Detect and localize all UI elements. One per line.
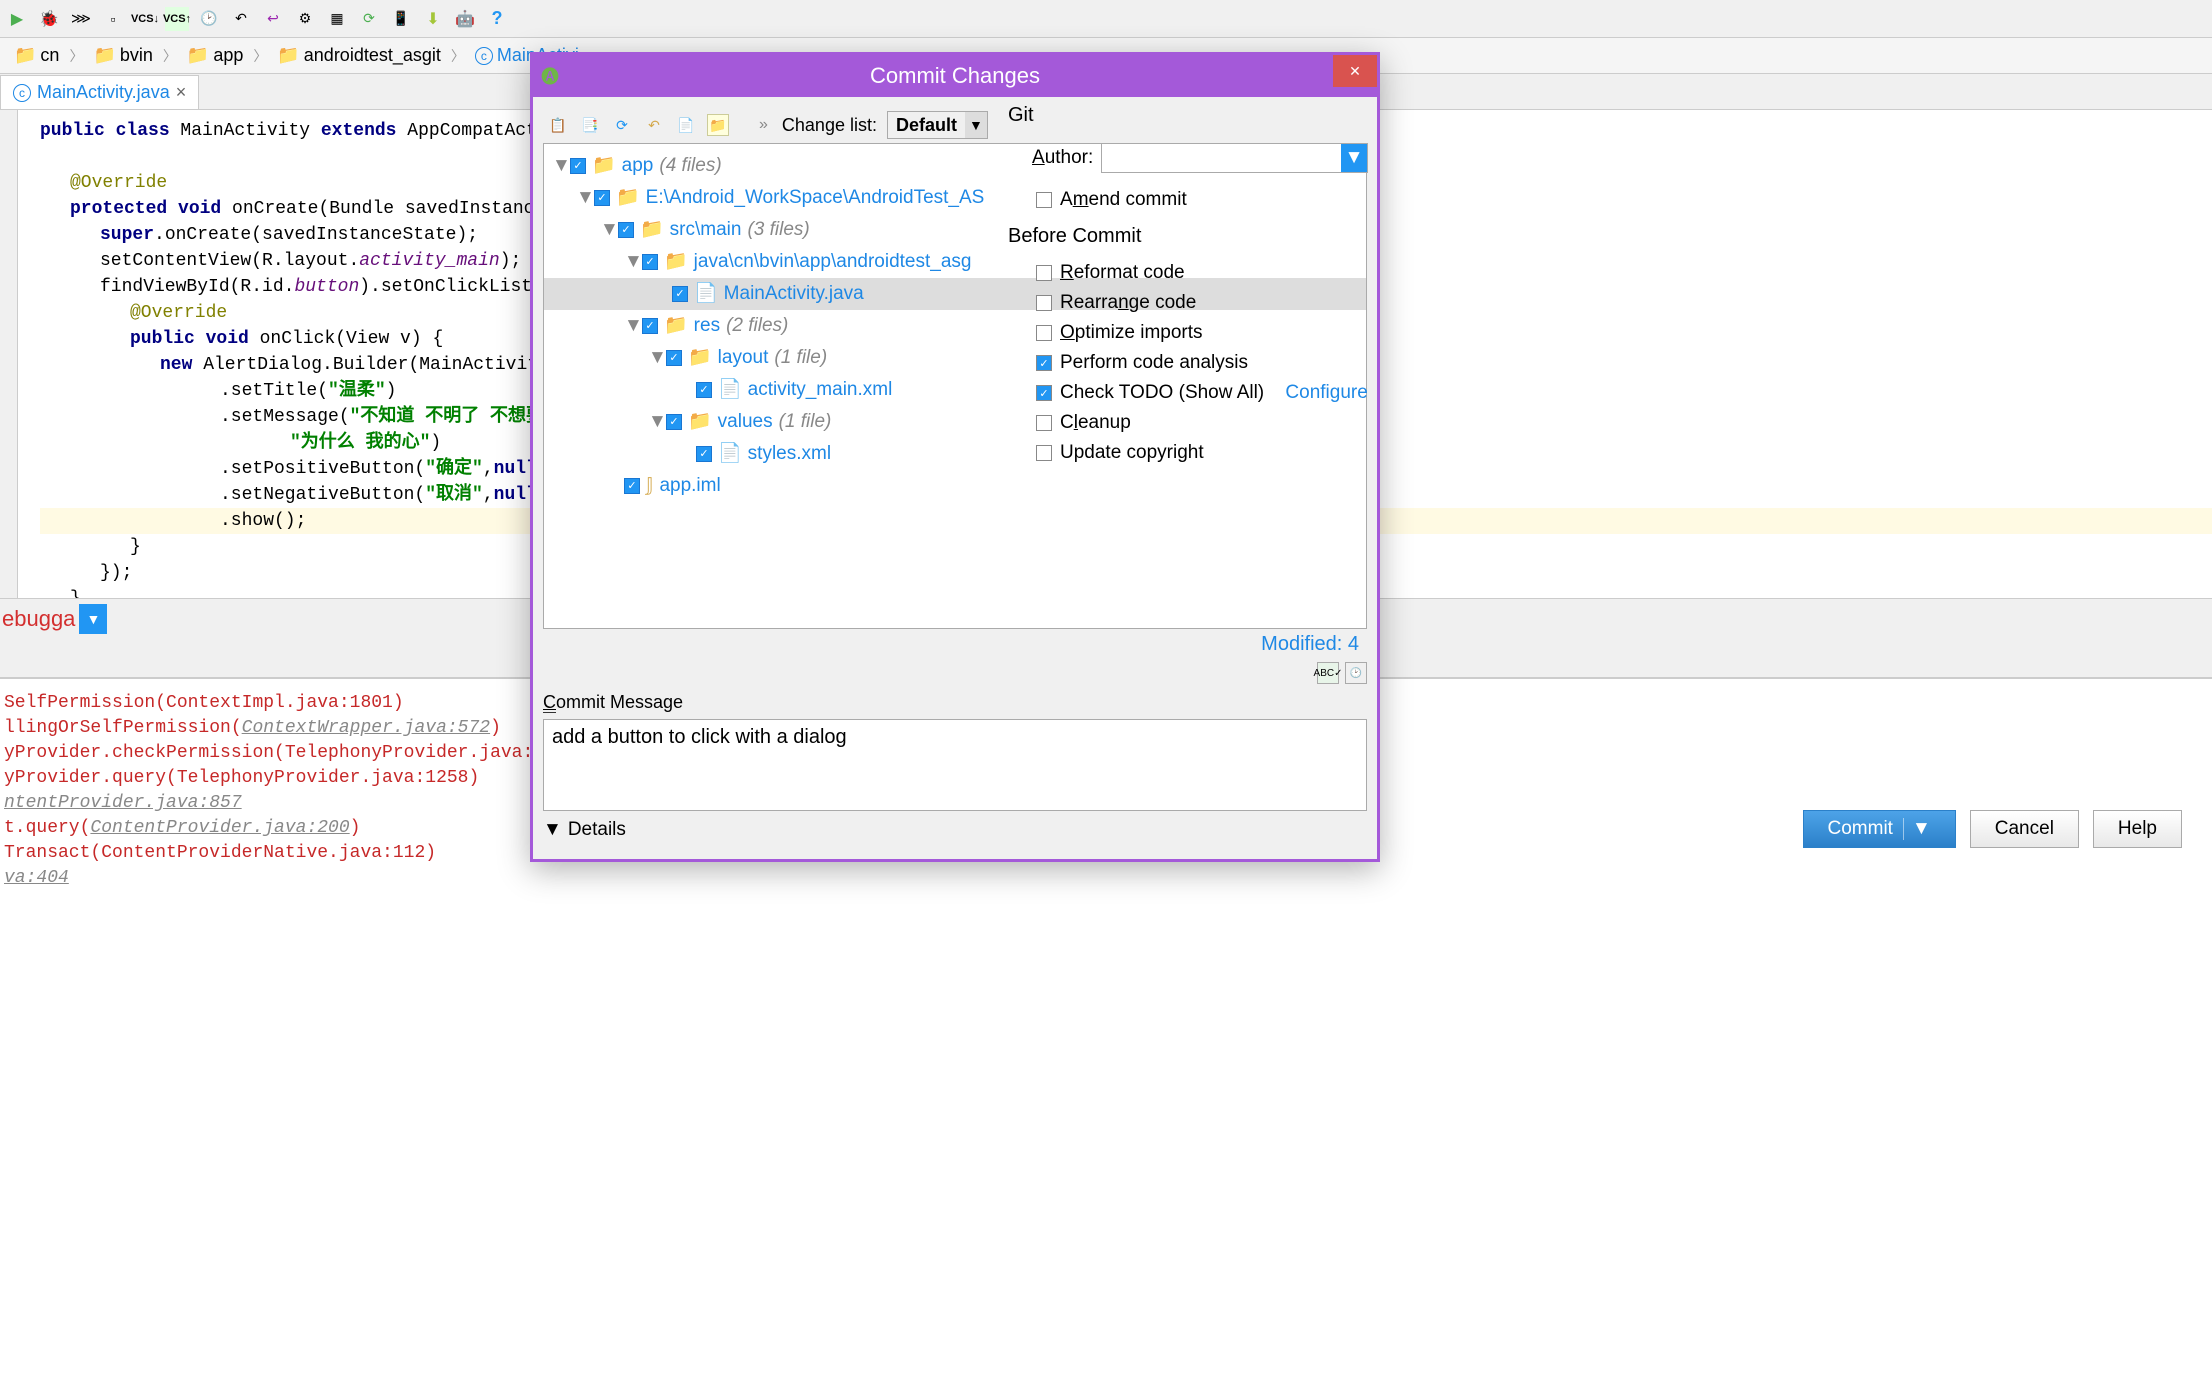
- change-list-dropdown[interactable]: Default ▼: [887, 111, 988, 139]
- optimize-checkbox[interactable]: Optimize imports: [1000, 318, 1376, 348]
- analysis-checkbox[interactable]: ✓Perform code analysis: [1000, 348, 1376, 378]
- cleanup-checkbox[interactable]: Cleanup: [1000, 408, 1376, 438]
- attach-icon[interactable]: ⋙: [69, 7, 93, 31]
- history-icon[interactable]: 🕑: [1345, 662, 1367, 684]
- debug-icon[interactable]: 🐞: [37, 7, 61, 31]
- close-button[interactable]: ✕: [1333, 55, 1377, 87]
- commit-message-input[interactable]: add a button to click with a dialog: [543, 719, 1367, 811]
- breadcrumb-separator: 〉: [69, 46, 83, 66]
- dialog-titlebar: 🅐 Commit Changes ✕: [533, 55, 1377, 97]
- help-button[interactable]: Help: [2093, 810, 2182, 848]
- tree-node-app-iml[interactable]: ✓𝕁 app.iml: [544, 470, 1366, 502]
- author-input[interactable]: ▼: [1101, 143, 1368, 173]
- spellcheck-icon[interactable]: ABC✓: [1317, 662, 1339, 684]
- dialog-button-bar: Commit▼ Cancel Help: [1803, 810, 2183, 848]
- undo-icon[interactable]: ↩: [261, 7, 285, 31]
- new-changelist-icon[interactable]: 📄: [675, 114, 697, 136]
- commit-options-panel: Git Author: ▼ Amend commit Before Commit…: [1000, 100, 1376, 468]
- sync-icon[interactable]: ⟳: [357, 7, 381, 31]
- rollback-icon[interactable]: ↶: [643, 114, 665, 136]
- main-toolbar: ▶ 🐞 ⋙ ▫ VCS↓ VCS↑ 🕑 ↶ ↩ ⚙ ▦ ⟳ 📱 ⬇ 🤖 ?: [0, 0, 2212, 38]
- configure-link[interactable]: Configure: [1285, 382, 1367, 404]
- refresh-icon[interactable]: ⟳: [611, 114, 633, 136]
- rearrange-checkbox[interactable]: Rearrange code: [1000, 288, 1376, 318]
- amend-commit-checkbox[interactable]: Amend commit: [1000, 185, 1376, 215]
- debug-dropdown[interactable]: ▼: [79, 604, 107, 634]
- todo-checkbox[interactable]: ✓Check TODO (Show All) Configure: [1000, 378, 1376, 408]
- modified-count: Modified: 4: [543, 629, 1367, 660]
- author-label: Author:: [1032, 147, 1093, 169]
- breadcrumb-item[interactable]: 📁bvin: [87, 43, 158, 68]
- dropdown-icon[interactable]: ▼: [1341, 144, 1367, 172]
- group-icon[interactable]: 📁: [707, 114, 729, 136]
- breadcrumb-item[interactable]: 📁androidtest_asgit: [271, 43, 447, 68]
- help-icon[interactable]: ?: [485, 7, 509, 31]
- dialog-title: Commit Changes: [870, 63, 1040, 89]
- structure-icon[interactable]: ▦: [325, 7, 349, 31]
- dropdown-icon[interactable]: ▼: [965, 112, 987, 138]
- commit-message-label: Commit Message: [543, 686, 1367, 719]
- android-studio-icon: 🅐: [541, 63, 559, 89]
- author-field[interactable]: [1102, 144, 1341, 172]
- sdk-icon[interactable]: ⬇: [421, 7, 445, 31]
- breadcrumb-separator: 〉: [451, 46, 465, 66]
- class-icon: c: [13, 84, 31, 102]
- git-section-label: Git: [1000, 100, 1376, 131]
- settings-icon[interactable]: ⚙: [293, 7, 317, 31]
- android-icon[interactable]: 🤖: [453, 7, 477, 31]
- stop-icon[interactable]: ▫: [101, 7, 125, 31]
- vcs-commit-icon[interactable]: VCS↑: [165, 7, 189, 31]
- breadcrumb-separator: 〉: [253, 46, 267, 66]
- reformat-checkbox[interactable]: Reformat code: [1000, 258, 1376, 288]
- tab-label: MainActivity.java: [37, 82, 170, 103]
- vcs-update-icon[interactable]: VCS↓: [133, 7, 157, 31]
- change-list-label: Change list:: [782, 115, 877, 136]
- breadcrumb-separator: 〉: [163, 46, 177, 66]
- revert-icon[interactable]: ↶: [229, 7, 253, 31]
- editor-gutter: [0, 110, 18, 598]
- show-diff-icon[interactable]: 📋: [547, 114, 569, 136]
- cancel-button[interactable]: Cancel: [1970, 810, 2079, 848]
- move-changelist-icon[interactable]: 📑: [579, 114, 601, 136]
- run-icon[interactable]: ▶: [5, 7, 29, 31]
- history-icon[interactable]: 🕑: [197, 7, 221, 31]
- debug-label: ebugga: [0, 606, 75, 632]
- commit-button[interactable]: Commit▼: [1803, 810, 1956, 848]
- editor-tab[interactable]: c MainActivity.java ×: [0, 75, 199, 109]
- before-commit-label: Before Commit: [1000, 215, 1376, 258]
- breadcrumb-item[interactable]: 📁cn: [8, 43, 65, 68]
- close-icon[interactable]: ×: [176, 82, 187, 103]
- avd-icon[interactable]: 📱: [389, 7, 413, 31]
- details-toggle[interactable]: ▼Details: [543, 811, 1367, 849]
- copyright-checkbox[interactable]: Update copyright: [1000, 438, 1376, 468]
- breadcrumb-item[interactable]: 📁app: [181, 43, 249, 68]
